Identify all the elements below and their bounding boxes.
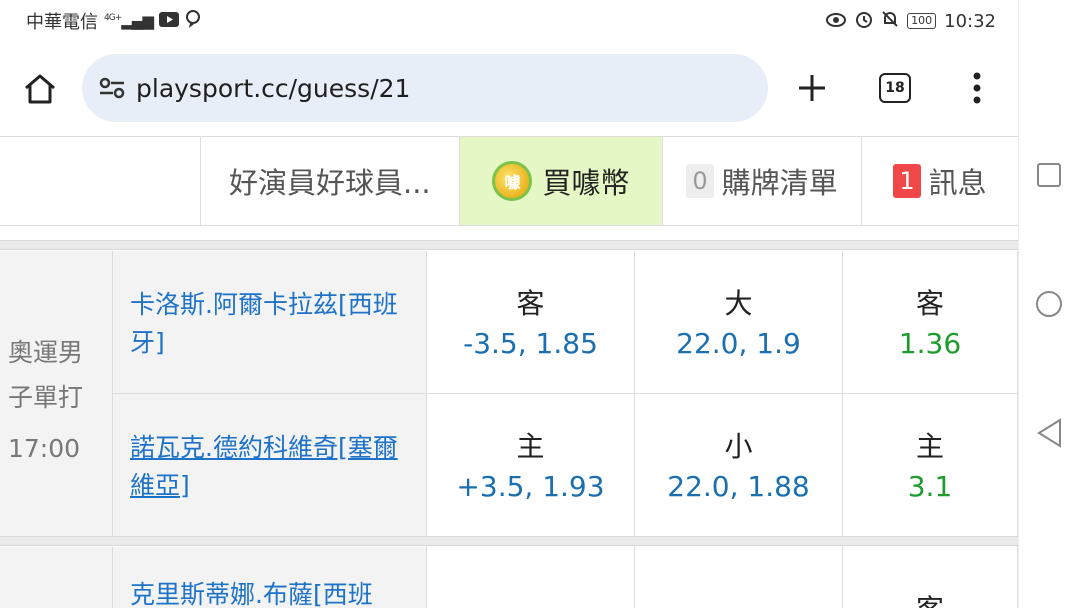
tab-buy-coins-label: 買噱幣	[542, 166, 630, 200]
eye-comfort-icon	[825, 11, 847, 32]
message-count-badge: 1	[893, 164, 921, 198]
event-name-line1: 奧運男	[8, 338, 84, 367]
signal-icon: 4G+▂▄▆	[104, 12, 154, 30]
odds-label: 小	[724, 430, 753, 463]
odds-value: -3.5, 1.85	[463, 327, 598, 360]
tab-count: 18	[885, 80, 905, 96]
event-name-line2: 子單打	[8, 383, 84, 412]
back-button[interactable]	[1036, 418, 1064, 448]
odds-label: 客	[516, 287, 545, 320]
plus-icon	[799, 75, 825, 101]
event-cell	[0, 547, 113, 608]
url-text[interactable]: playsport.cc/guess/21	[136, 74, 410, 103]
more-vert-icon	[973, 72, 981, 104]
new-tab-button[interactable]	[790, 66, 834, 110]
home-button[interactable]	[0, 42, 80, 136]
match2-away-player-link[interactable]: 克里斯蒂娜.布薩[西班	[130, 576, 410, 608]
odds-label: 客	[843, 590, 1017, 608]
alarm-icon	[855, 10, 873, 33]
odds-label: 主	[915, 430, 944, 463]
odds-label: 主	[516, 430, 545, 463]
browser-toolbar: playsport.cc/guess/21 18	[0, 42, 1018, 136]
youtube-notification-icon	[158, 11, 179, 32]
clock: 10:32	[944, 10, 996, 32]
section-divider	[0, 536, 1018, 546]
away-player-link[interactable]: 卡洛斯.阿爾卡拉茲[西班牙]	[130, 286, 410, 362]
tab-switcher-button[interactable]: 18	[879, 73, 911, 103]
site-settings-icon[interactable]	[94, 73, 130, 103]
odds-value: 3.1	[907, 470, 953, 503]
mute-icon	[881, 10, 899, 33]
tab-messages[interactable]: 1 訊息	[862, 137, 1018, 225]
grid-line	[112, 547, 113, 608]
address-bar[interactable]: playsport.cc/guess/21	[82, 54, 768, 122]
event-info: 奧運男 子單打 17:00	[8, 330, 108, 471]
tab-messages-label: 訊息	[928, 166, 987, 200]
carrier-name: 中華電信	[26, 12, 98, 33]
recents-button[interactable]	[1037, 163, 1061, 187]
tab-good-actor-label: 好演員好球員...	[229, 166, 431, 200]
away-spread-odds[interactable]: 客 -3.5, 1.85	[427, 284, 634, 364]
section-divider	[0, 240, 1018, 250]
grid-line	[1017, 251, 1018, 608]
home-player-link[interactable]: 諾瓦克.德約科維奇[塞爾維亞]	[130, 429, 410, 505]
away-moneyline-odds[interactable]: 客 1.36	[843, 284, 1017, 364]
network-type: 4G+	[104, 13, 122, 23]
site-tab-bar: 好演員好球員... 噱 買噱幣 0 購牌清單 1 訊息	[0, 136, 1018, 226]
screen: 中華電信 4G+▂▄▆ 100 10:32 playsport.cc/guess…	[0, 0, 1080, 608]
home-icon	[25, 74, 55, 104]
odds-value: 22.0, 1.9	[676, 327, 801, 360]
tab-purchase-list[interactable]: 0 購牌清單	[663, 137, 862, 225]
under-total-odds[interactable]: 小 22.0, 1.88	[635, 427, 842, 507]
over-total-odds[interactable]: 大 22.0, 1.9	[635, 284, 842, 364]
home-spread-odds[interactable]: 主 +3.5, 1.93	[427, 427, 634, 507]
odds-value: +3.5, 1.93	[456, 470, 605, 503]
coin-icon: 噱	[492, 161, 533, 201]
tab-spacer	[0, 137, 201, 225]
home-moneyline-odds[interactable]: 主 3.1	[843, 427, 1017, 507]
event-time: 17:00	[8, 434, 81, 463]
match2-away-moneyline-odds[interactable]: 客	[843, 590, 1017, 608]
odds-label: 客	[915, 287, 944, 320]
battery-icon: 100	[907, 13, 937, 29]
grid-line	[113, 393, 1018, 394]
odds-label: 大	[724, 287, 753, 320]
battery-level: 100	[911, 14, 933, 27]
tab-purchase-list-label: 購牌清單	[721, 166, 838, 200]
odds-value: 22.0, 1.88	[667, 470, 810, 503]
home-nav-button[interactable]	[1036, 291, 1062, 317]
more-menu-button[interactable]	[960, 66, 994, 110]
status-bar: 中華電信 4G+▂▄▆ 100 10:32	[0, 0, 1018, 42]
purchase-count-badge: 0	[686, 164, 714, 198]
tab-buy-coins[interactable]: 噱 買噱幣	[460, 137, 663, 225]
app-notification-icon	[185, 9, 201, 33]
odds-value: 1.36	[898, 327, 962, 360]
tab-good-actor[interactable]: 好演員好球員...	[201, 137, 460, 225]
